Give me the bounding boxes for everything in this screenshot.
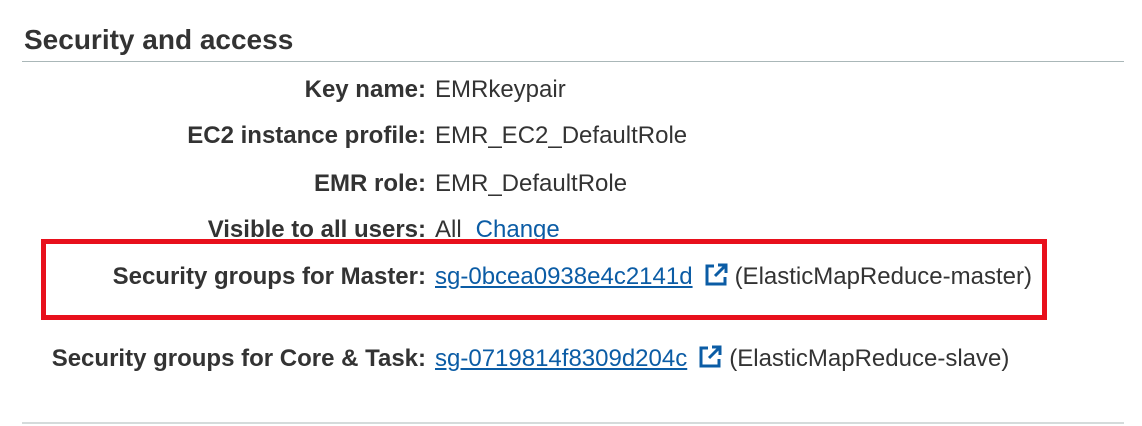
visible-value-group: All Change — [435, 212, 1055, 248]
visible-value: All — [435, 216, 462, 243]
ec2-profile-value: EMR_EC2_DefaultRole — [435, 122, 688, 149]
sg-core-link[interactable]: sg-0719814f8309d204c — [435, 345, 687, 372]
visible-label: Visible to all users: — [207, 216, 426, 243]
section-divider — [22, 61, 1124, 62]
sg-core-suffix: (ElasticMapReduce-slave) — [729, 345, 1010, 372]
section-title: Security and access — [24, 24, 294, 55]
sg-core-value: sg-0719814f8309d204c (ElasticMapReduce-s… — [435, 341, 1055, 377]
sg-master-link[interactable]: sg-0bcea0938e4c2141d — [435, 263, 693, 290]
external-link-icon[interactable] — [697, 344, 723, 370]
external-link-icon[interactable] — [703, 262, 729, 288]
key-name-label: Key name: — [304, 76, 426, 103]
key-name-value: EMRkeypair — [435, 76, 566, 103]
emr-role-value: EMR_DefaultRole — [435, 170, 628, 197]
emr-role-label: EMR role: — [313, 170, 426, 197]
section-bottom-divider — [22, 422, 1124, 424]
ec2-profile-label: EC2 instance profile: — [187, 122, 426, 149]
sg-master-value: sg-0bcea0938e4c2141d (ElasticMapReduce-m… — [435, 259, 1055, 295]
sg-core-label: Security groups for Core & Task: — [51, 345, 426, 372]
sg-master-label: Security groups for Master: — [112, 263, 426, 290]
sg-master-suffix: (ElasticMapReduce-master) — [734, 263, 1032, 290]
change-link[interactable]: Change — [476, 216, 560, 243]
